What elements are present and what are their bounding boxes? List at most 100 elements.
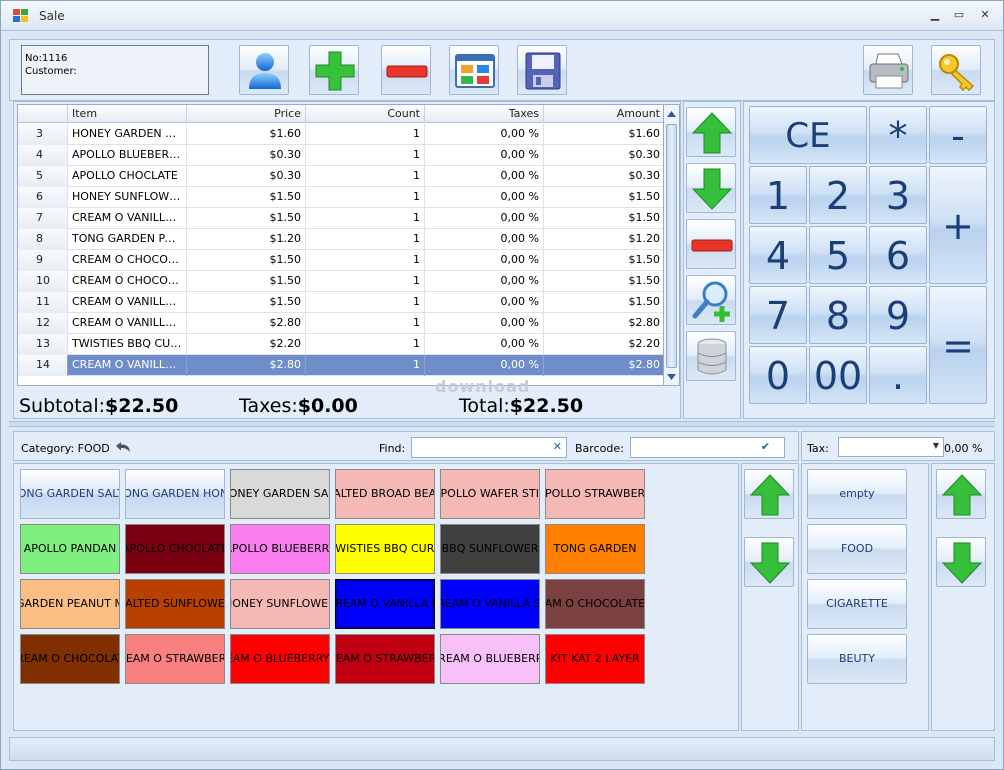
print-button[interactable] [863,45,913,95]
product-tile[interactable]: TONG GARDEN [545,524,645,574]
key-multiply[interactable]: * [869,106,927,164]
cell-price: $1.20 [187,229,306,250]
category-button[interactable]: FOOD [807,524,907,574]
key-7[interactable]: 7 [749,286,807,344]
key-dot[interactable]: . [869,346,927,404]
product-tile[interactable]: CREAM O VANILLA BI [335,579,435,629]
barcode-input[interactable]: ✔ [630,437,785,458]
back-arrow-icon[interactable] [115,441,131,453]
clear-icon[interactable]: ✕ [553,440,562,453]
table-row[interactable]: ›14CREAM O VANILLA BIG$2.8010,00 %$2.80 [18,355,663,376]
close-icon[interactable]: ✕ [977,8,993,22]
search-add-button[interactable] [686,275,736,325]
key-minus[interactable]: - [929,106,987,164]
key-9[interactable]: 9 [869,286,927,344]
table-row[interactable]: 13 TWISTIES BBQ CURRY $2.20 1 0,00 % $2.20 [18,334,663,355]
customer-button[interactable] [239,45,289,95]
panel-splitter[interactable] [9,421,995,427]
tax-select[interactable]: ▼ [838,437,944,457]
category-scroll-up-button[interactable] [936,469,986,519]
key-button[interactable] [931,45,981,95]
table-row[interactable]: 9 CREAM O CHOCOLA… $1.50 1 0,00 % $1.50 [18,250,663,271]
product-scroll-down-button[interactable] [744,537,794,587]
table-row[interactable]: 6 HONEY SUNFLOWER 2 $1.50 1 0,00 % $1.50 [18,187,663,208]
save-button[interactable] [517,45,567,95]
product-tile[interactable]: HONEY GARDEN SALT [230,469,330,519]
database-button[interactable] [686,331,736,381]
category-button[interactable]: BEUTY [807,634,907,684]
product-tile[interactable]: APOLLO STRAWBERR [545,469,645,519]
table-row[interactable]: 7 CREAM O VANILLA S… $1.50 1 0,00 % $1.50 [18,208,663,229]
key-equals[interactable]: = [929,286,987,404]
table-row[interactable]: 12 CREAM O VANILLA BIG $2.80 1 0,00 % $2.80 [18,313,663,334]
cell-taxes: 0,00 % [425,355,544,376]
product-tile[interactable]: CREAM O BLUEBERRY SM [230,634,330,684]
product-tile[interactable]: CREAM O BLUEBERRY [440,634,540,684]
table-row[interactable]: 10 CREAM O CHOCOLA… $1.50 1 0,00 % $1.50 [18,271,663,292]
cell-n: 10 [18,271,68,292]
key-ce[interactable]: CE [749,106,867,164]
product-tile[interactable]: CREAM O VANILLA SM [440,579,540,629]
remove-item-button[interactable] [381,45,431,95]
key-1[interactable]: 1 [749,166,807,224]
category-button[interactable]: empty [807,469,907,519]
product-tile[interactable]: KIT KAT 2 LAYER [545,634,645,684]
product-tile[interactable]: CREAM O CHOCOLATE [20,634,120,684]
category-button[interactable]: CIGARETTE [807,579,907,629]
column-header-item[interactable]: Item [68,105,187,123]
key-0[interactable]: 0 [749,346,807,404]
product-tile[interactable]: TWISTIES BBQ CURR [335,524,435,574]
key-4[interactable]: 4 [749,226,807,284]
scroll-down-icon[interactable] [664,369,679,385]
key-5[interactable]: 5 [809,226,867,284]
product-tile[interactable]: APOLLO WAFER STIC [440,469,540,519]
table-row[interactable]: 8 TONG GARDEN PAPR… $1.20 1 0,00 % $1.20 [18,229,663,250]
minimize-icon[interactable]: ▁ [927,8,943,22]
product-tile[interactable]: APOLLO PANDAN [20,524,120,574]
product-tile[interactable]: GARDEN PEANUT M [20,579,120,629]
chevron-down-icon[interactable]: ▼ [933,441,939,450]
grid-scrollbar[interactable] [663,104,680,386]
check-icon[interactable]: ✔ [761,440,770,453]
product-tile[interactable]: APOLLO BLUEBERRY [230,524,330,574]
key-8[interactable]: 8 [809,286,867,344]
column-header-taxes[interactable]: Taxes [425,105,544,123]
product-tile[interactable]: HONG GARDEN HONE [125,469,225,519]
product-tile[interactable]: BBQ SUNFLOWER [440,524,540,574]
key-plus[interactable]: + [929,166,987,284]
product-tile[interactable]: HONEY SUNFLOWER [230,579,330,629]
cell-item: TWISTIES BBQ CURRY [68,334,187,355]
table-row[interactable]: 11 CREAM O VANILLA S… $1.50 1 0,00 % $1.50 [18,292,663,313]
table-row[interactable]: 3 HONEY GARDEN SAL… $1.60 1 0,00 % $1.60 [18,124,663,145]
minus-icon [691,239,733,252]
maximize-icon[interactable]: ▭ [951,8,967,22]
product-tile[interactable]: SALTED SUNFLOWER [125,579,225,629]
key-00[interactable]: 00 [809,346,867,404]
table-row[interactable]: 4 APOLLO BLUEBERRY $0.30 1 0,00 % $0.30 [18,145,663,166]
find-input[interactable]: ✕ [411,437,567,458]
product-tile[interactable]: APOLLO CHOCLATE [125,524,225,574]
product-scroll-up-button[interactable] [744,469,794,519]
move-down-button[interactable] [686,163,736,213]
table-row[interactable]: 5 APOLLO CHOCLATE $0.30 1 0,00 % $0.30 [18,166,663,187]
product-tile[interactable]: HONG GARDEN SALTE [20,469,120,519]
search-add-icon [692,281,730,322]
product-tile[interactable]: CREAM O STRAWBERRY [335,634,435,684]
apps-button[interactable] [449,45,499,95]
product-tile[interactable]: SALTED BROAD BEAN [335,469,435,519]
scroll-up-icon[interactable] [664,106,679,122]
category-scroll-down-button[interactable] [936,537,986,587]
product-tile[interactable]: CREAM O CHOCOLATE BIG [545,579,645,629]
column-header-price[interactable]: Price [187,105,306,123]
product-tile[interactable]: CREAM O STRAWBERRY [125,634,225,684]
key-6[interactable]: 6 [869,226,927,284]
delete-row-button[interactable] [686,219,736,269]
add-item-button[interactable] [309,45,359,95]
scrollbar-thumb[interactable] [666,124,677,368]
column-header-count[interactable]: Count [306,105,425,123]
key-3[interactable]: 3 [869,166,927,224]
order-grid[interactable]: Item Price Count Taxes Amount 3 HONEY GAR… [17,104,664,386]
column-header-amount[interactable]: Amount [544,105,663,123]
move-up-button[interactable] [686,107,736,157]
key-2[interactable]: 2 [809,166,867,224]
